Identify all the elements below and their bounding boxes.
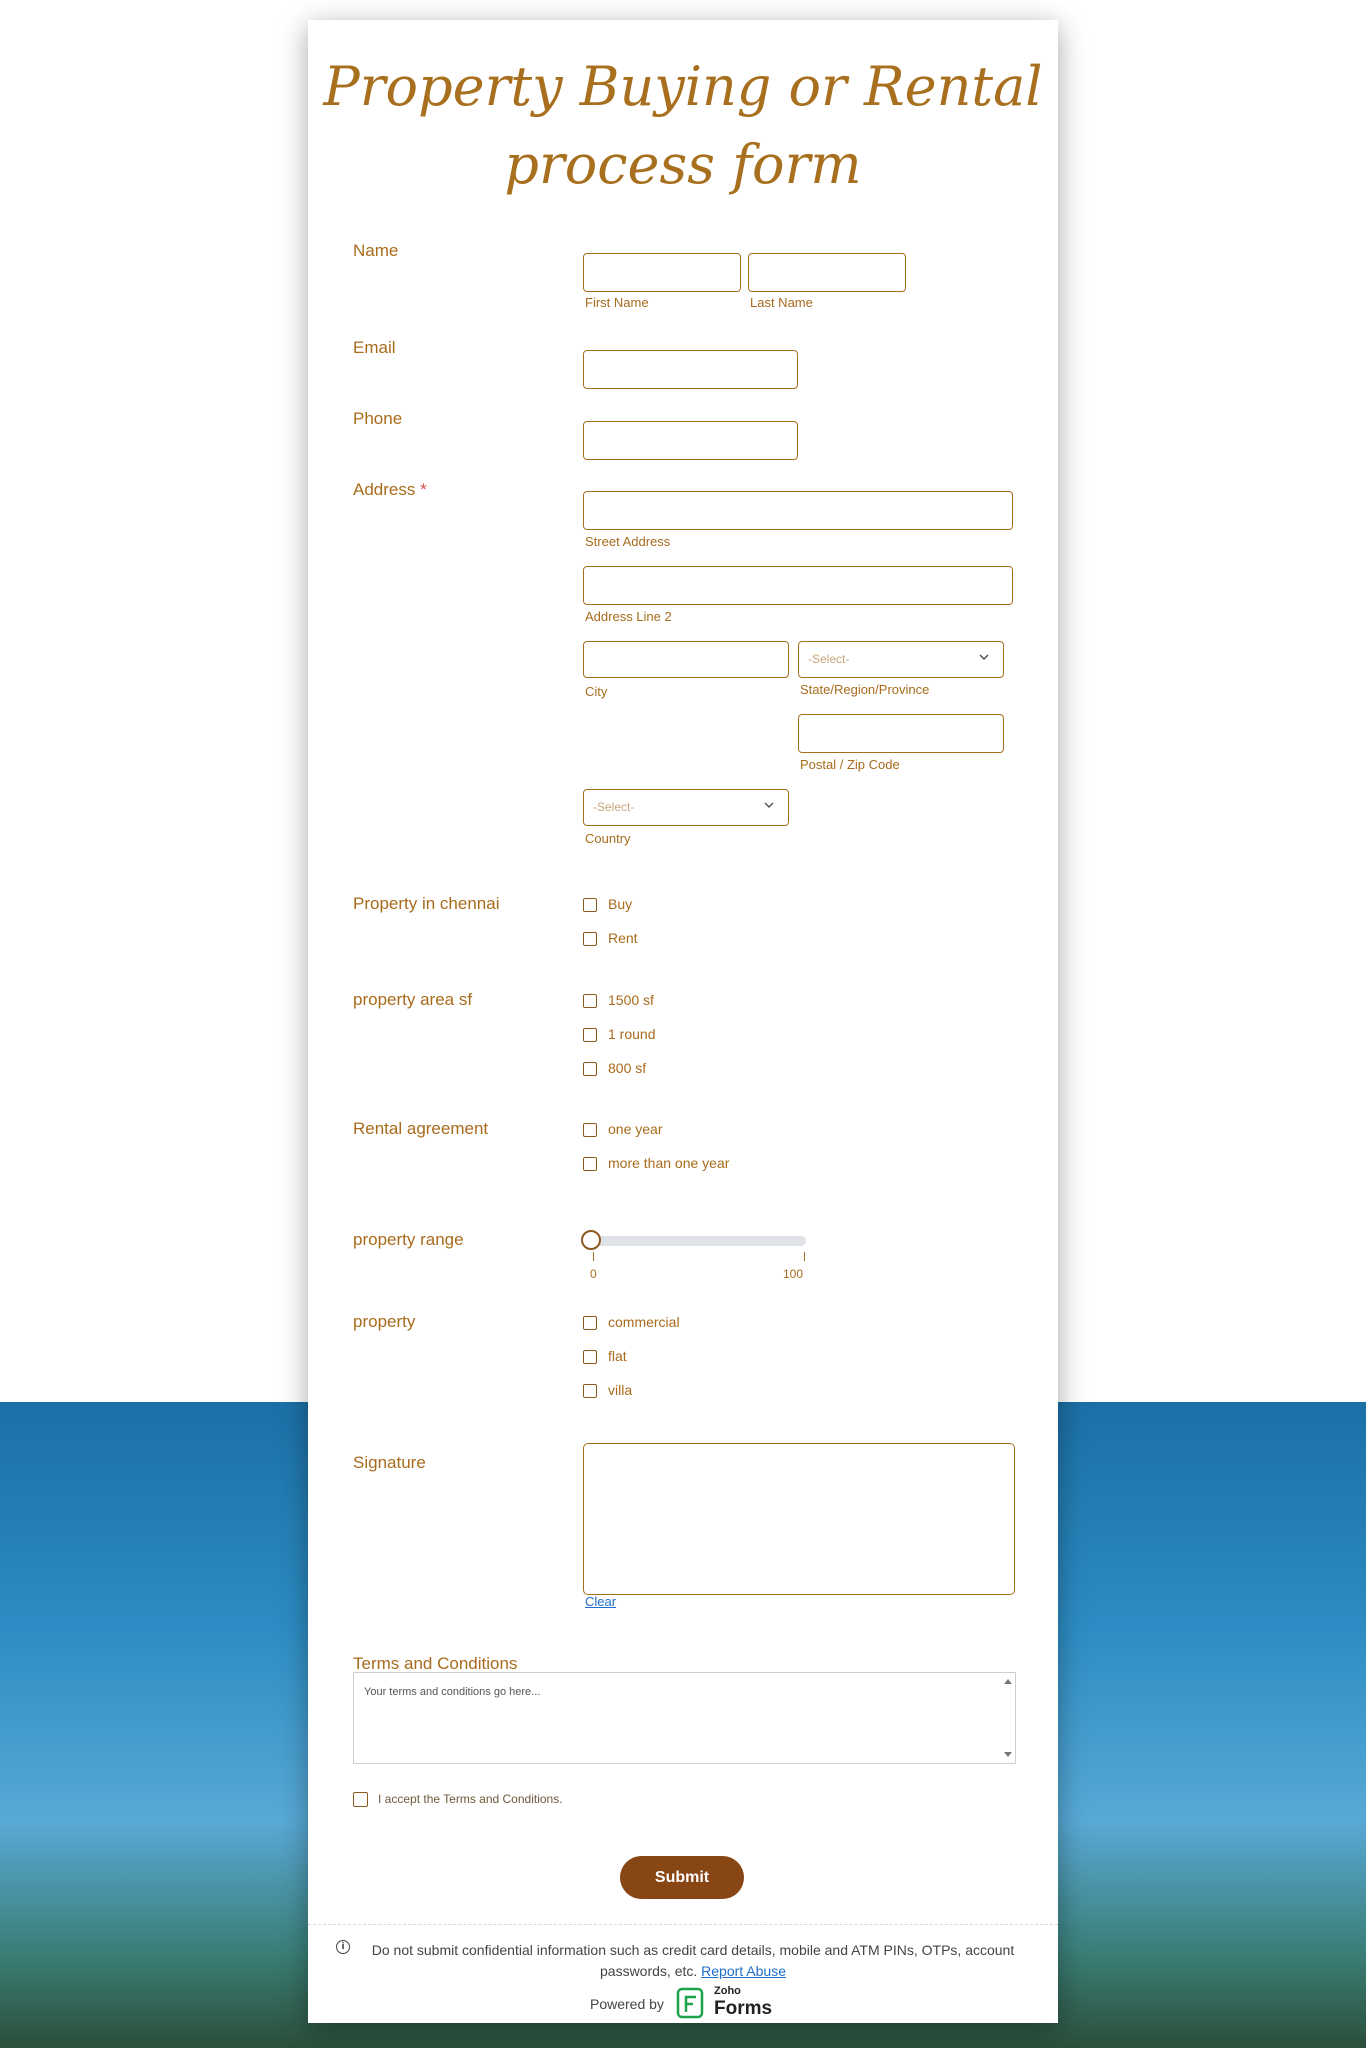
option-label: 800 sf bbox=[608, 1060, 647, 1076]
property-label: property bbox=[353, 1312, 416, 1331]
range-max-label: 100 bbox=[783, 1267, 804, 1281]
range-max-tick bbox=[804, 1252, 805, 1261]
state-select[interactable]: -Select- bbox=[798, 641, 1004, 678]
postal-code-input[interactable] bbox=[798, 714, 1004, 753]
email-label: Email bbox=[353, 338, 396, 357]
signature-pad[interactable] bbox=[583, 1443, 1015, 1595]
powered-by-text: Powered by bbox=[590, 1996, 664, 2012]
checkbox[interactable] bbox=[583, 994, 597, 1008]
country-select-value: -Select- bbox=[593, 800, 635, 814]
state-sublabel: State/Region/Province bbox=[800, 682, 930, 697]
country-select[interactable]: -Select- bbox=[583, 789, 789, 826]
checkbox[interactable] bbox=[583, 932, 597, 946]
rental-agreement-label: Rental agreement bbox=[353, 1119, 489, 1138]
street-address-input[interactable] bbox=[583, 491, 1013, 530]
option-label: more than one year bbox=[608, 1155, 730, 1171]
chevron-down-icon bbox=[979, 654, 989, 661]
scroll-up-icon[interactable] bbox=[1004, 1679, 1012, 1684]
last-name-sublabel: Last Name bbox=[750, 295, 813, 310]
checkbox[interactable] bbox=[583, 1316, 597, 1330]
brand-zoho: Zoho bbox=[714, 1985, 741, 1997]
checkbox[interactable] bbox=[583, 1123, 597, 1137]
address-line2-sublabel: Address Line 2 bbox=[585, 609, 672, 624]
range-min-label: 0 bbox=[590, 1267, 597, 1281]
report-abuse-link[interactable]: Report Abuse bbox=[701, 1963, 786, 1979]
postal-code-sublabel: Postal / Zip Code bbox=[800, 757, 900, 772]
last-name-input[interactable] bbox=[748, 253, 906, 292]
option-label: villa bbox=[608, 1382, 633, 1398]
city-sublabel: City bbox=[585, 684, 608, 699]
footer-divider bbox=[308, 1924, 1058, 1925]
range-min-tick bbox=[593, 1252, 594, 1261]
terms-label: Terms and Conditions bbox=[353, 1654, 518, 1673]
checkbox[interactable] bbox=[583, 1350, 597, 1364]
terms-textarea[interactable]: Your terms and conditions go here... bbox=[353, 1672, 1016, 1764]
form-title-line1: Property Buying or Rental bbox=[323, 55, 1043, 118]
property-area-label: property area sf bbox=[353, 990, 473, 1009]
address-label-text: Address bbox=[353, 480, 416, 499]
property-range-label: property range bbox=[353, 1230, 464, 1249]
required-mark: * bbox=[420, 480, 427, 499]
submit-button[interactable]: Submit bbox=[620, 1856, 744, 1899]
signature-clear-link[interactable]: Clear bbox=[585, 1594, 616, 1609]
name-label: Name bbox=[353, 241, 399, 260]
checkbox[interactable] bbox=[583, 898, 597, 912]
checkbox[interactable] bbox=[583, 1384, 597, 1398]
accept-terms-label: I accept the Terms and Conditions. bbox=[378, 1792, 563, 1806]
option-label: 1500 sf bbox=[608, 992, 654, 1008]
disclaimer-text: Do not submit confidential information s… bbox=[348, 1940, 1038, 1982]
range-slider-track[interactable] bbox=[591, 1236, 806, 1246]
phone-label: Phone bbox=[353, 409, 403, 428]
checkbox[interactable] bbox=[583, 1062, 597, 1076]
option-label: one year bbox=[608, 1121, 663, 1137]
email-input[interactable] bbox=[583, 350, 798, 389]
first-name-sublabel: First Name bbox=[585, 295, 649, 310]
range-slider-handle[interactable] bbox=[581, 1230, 601, 1250]
city-input[interactable] bbox=[583, 641, 789, 678]
form-title-line2: process form bbox=[504, 133, 862, 196]
address-label: Address * bbox=[353, 480, 427, 500]
brand-forms: Forms bbox=[714, 1998, 773, 2019]
phone-input[interactable] bbox=[583, 421, 798, 460]
option-label: Buy bbox=[608, 896, 633, 912]
property-chennai-label: Property in chennai bbox=[353, 894, 500, 913]
form-card: Property Buying or Rental process form N… bbox=[308, 20, 1058, 2023]
option-label: Rent bbox=[608, 930, 638, 946]
street-address-sublabel: Street Address bbox=[585, 534, 671, 549]
form-title: Property Buying or Rental process form bbox=[308, 48, 1058, 204]
accept-terms-checkbox[interactable] bbox=[353, 1792, 368, 1807]
address-line2-input[interactable] bbox=[583, 566, 1013, 605]
option-label: 1 round bbox=[608, 1026, 656, 1042]
state-select-value: -Select- bbox=[808, 652, 850, 666]
disclaimer-body: Do not submit confidential information s… bbox=[371, 1942, 1015, 1979]
zoho-forms-logo-icon[interactable] bbox=[675, 1986, 707, 2020]
scroll-down-icon[interactable] bbox=[1004, 1752, 1012, 1757]
option-label: flat bbox=[608, 1348, 627, 1364]
option-label: commercial bbox=[608, 1314, 680, 1330]
checkbox[interactable] bbox=[583, 1028, 597, 1042]
terms-text: Your terms and conditions go here... bbox=[364, 1686, 541, 1698]
country-sublabel: Country bbox=[585, 831, 631, 846]
checkbox[interactable] bbox=[583, 1157, 597, 1171]
signature-label: Signature bbox=[353, 1453, 426, 1472]
chevron-down-icon bbox=[764, 802, 774, 809]
first-name-input[interactable] bbox=[583, 253, 741, 292]
